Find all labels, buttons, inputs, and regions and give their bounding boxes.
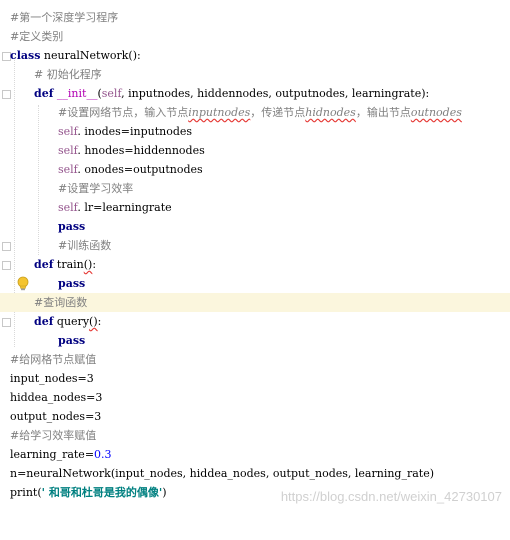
comment: #设置学习效率 [58, 182, 134, 195]
self-ref: self [58, 125, 78, 138]
code-line[interactable]: #给网格节点赋值 [0, 350, 510, 369]
function-call: print( [10, 486, 42, 499]
class-declaration: class neuralNetwork(): [10, 46, 141, 65]
comment-part: inputnodes [188, 106, 251, 119]
code-line[interactable]: pass [0, 331, 510, 350]
code-line[interactable]: #训练函数 [0, 236, 510, 255]
assignment: self. inodes=inputnodes [58, 122, 192, 141]
self-ref: self [58, 163, 78, 176]
comment-part: ，输出节点 [355, 106, 411, 119]
comment: #定义类别 [10, 30, 64, 43]
comment-part: outnodes [410, 106, 462, 119]
comment-part: ，传递节点 [250, 106, 306, 119]
comment: #查询函数 [34, 296, 88, 309]
function-name: train [53, 258, 84, 271]
keyword-def: def [34, 258, 54, 271]
assignment: self. onodes=outputnodes [58, 160, 203, 179]
code-line[interactable]: n=neuralNetwork(input_nodes, hiddea_node… [0, 464, 510, 483]
query-declaration: def query(): [34, 312, 101, 331]
string-literal: ' 和哥和杜哥是我的偶像' [41, 486, 163, 499]
comment: # 初始化程序 [34, 68, 102, 81]
comment-part: hidnodes [305, 106, 356, 119]
code-line[interactable]: #设置学习效率 [0, 179, 510, 198]
statement: input_nodes=3 [10, 372, 94, 385]
assignment-body: . inodes=inputnodes [77, 125, 193, 138]
code-line[interactable]: class neuralNetwork(): [0, 46, 510, 65]
code-line[interactable]: pass [0, 217, 510, 236]
parameters: , inputnodes, hiddennodes, outputnodes, … [121, 87, 430, 100]
self-param: self [101, 87, 122, 100]
assignment: self. lr=learningrate [58, 198, 172, 217]
code-line[interactable]: output_nodes=3 [0, 407, 510, 426]
self-ref: self [58, 144, 78, 157]
code-line[interactable]: self. hnodes=hiddennodes [0, 141, 510, 160]
function-name: query [53, 315, 90, 328]
colon: : [97, 315, 102, 328]
class-name: neuralNetwork(): [40, 49, 141, 62]
code-line[interactable]: #给学习效率赋值 [0, 426, 510, 445]
comment-part: #设置网络节点，输入节点 [58, 106, 189, 119]
train-declaration: def train(): [34, 255, 96, 274]
keyword-pass: pass [58, 334, 86, 347]
code-line[interactable]: #定义类别 [0, 27, 510, 46]
watermark: https://blog.csdn.net/weixin_42730107 [280, 489, 502, 504]
code-line[interactable]: # 初始化程序 [0, 65, 510, 84]
keyword-def: def [34, 315, 54, 328]
variable: learning_rate= [10, 448, 95, 461]
paren: () [89, 315, 98, 328]
keyword-class: class [10, 49, 41, 62]
code-line[interactable]: def query(): [0, 312, 510, 331]
colon: : [92, 258, 97, 271]
code-line[interactable]: #第一个深度学习程序 [0, 8, 510, 27]
comment: #给学习效率赋值 [10, 429, 97, 442]
paren: ) [162, 486, 167, 499]
keyword-def: def [34, 87, 54, 100]
keyword-pass: pass [58, 220, 86, 233]
code-line[interactable]: def __init__(self, inputnodes, hiddennod… [0, 84, 510, 103]
statement: hiddea_nodes=3 [10, 391, 103, 404]
code-line[interactable]: self. onodes=outputnodes [0, 160, 510, 179]
code-line[interactable]: def train(): [0, 255, 510, 274]
comment: #第一个深度学习程序 [10, 11, 119, 24]
statement: learning_rate=0.3 [10, 445, 112, 464]
code-line[interactable]: learning_rate=0.3 [0, 445, 510, 464]
comment: #设置网络节点，输入节点inputnodes，传递节点hidnodes，输出节点… [58, 103, 462, 122]
assignment-body: . hnodes=hiddennodes [77, 144, 205, 157]
code-line[interactable]: pass [0, 274, 510, 293]
statement: n=neuralNetwork(input_nodes, hiddea_node… [10, 467, 434, 480]
code-line-current[interactable]: #查询函数 [0, 293, 510, 312]
code-line[interactable]: self. lr=learningrate [0, 198, 510, 217]
init-declaration: def __init__(self, inputnodes, hiddennod… [34, 84, 429, 103]
assignment-body: . onodes=outputnodes [77, 163, 203, 176]
code-line[interactable]: hiddea_nodes=3 [0, 388, 510, 407]
comment: #训练函数 [58, 239, 112, 252]
number-literal: 0.3 [94, 448, 112, 461]
function-name: __init__ [53, 87, 98, 100]
statement: print(' 和哥和杜哥是我的偶像') [10, 483, 167, 502]
self-ref: self [58, 201, 78, 214]
statement: output_nodes=3 [10, 410, 102, 423]
keyword-pass: pass [58, 277, 86, 290]
code-line[interactable]: self. inodes=inputnodes [0, 122, 510, 141]
code-editor[interactable]: #第一个深度学习程序 #定义类别 class neuralNetwork(): … [0, 0, 510, 518]
lightbulb-icon[interactable] [17, 276, 29, 292]
assignment: self. hnodes=hiddennodes [58, 141, 205, 160]
comment: #给网格节点赋值 [10, 353, 97, 366]
code-line[interactable]: #设置网络节点，输入节点inputnodes，传递节点hidnodes，输出节点… [0, 103, 510, 122]
code-line[interactable]: input_nodes=3 [0, 369, 510, 388]
assignment-body: . lr=learningrate [77, 201, 172, 214]
